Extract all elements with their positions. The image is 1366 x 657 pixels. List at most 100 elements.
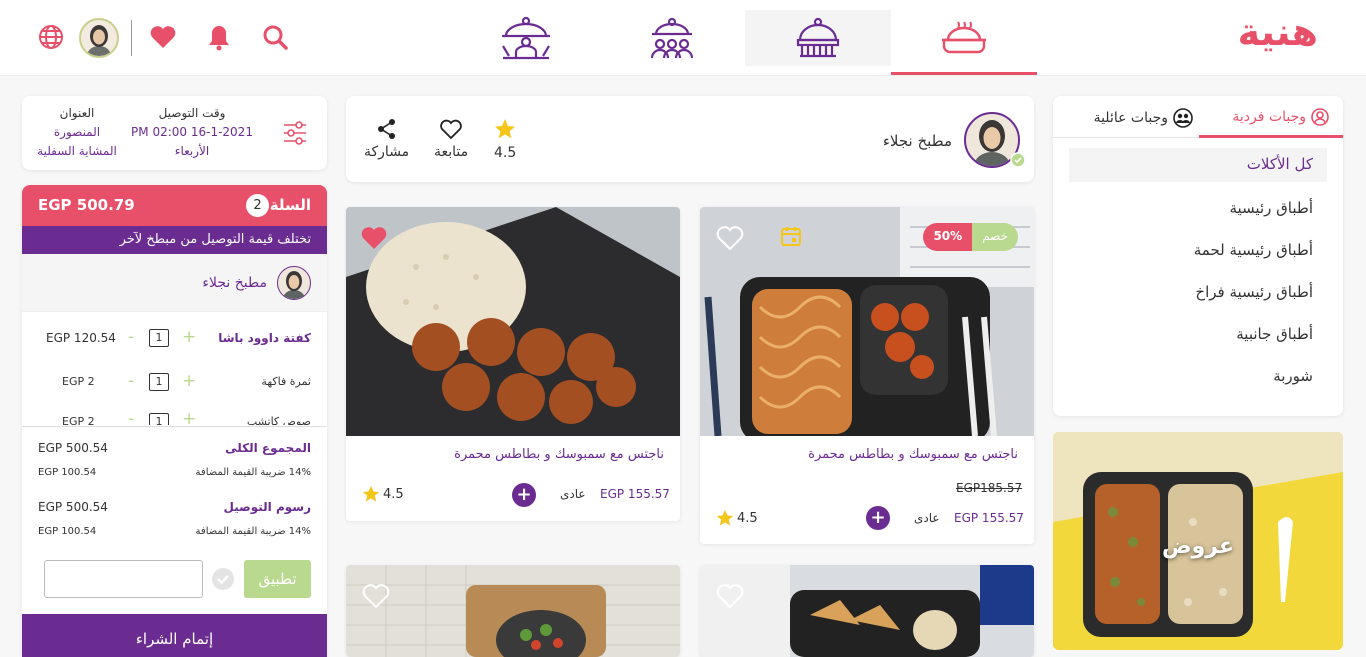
- favorite-filled-icon[interactable]: [360, 225, 388, 251]
- category-tab-indicator: [1199, 135, 1343, 138]
- kitchen-name[interactable]: مطبخ نجلاء: [883, 132, 952, 150]
- increase-qty-button[interactable]: +: [182, 327, 196, 347]
- delivery-fee-label: رسوم التوصيل: [223, 500, 311, 514]
- favorite-outline-icon[interactable]: [716, 225, 744, 251]
- add-to-cart-button[interactable]: +: [512, 483, 536, 507]
- check-icon: [212, 568, 234, 590]
- delivery-info-card: وقت التوصيل PM 02:00 16-1-2021 الأربعاء …: [22, 96, 327, 170]
- category-item-main-meat[interactable]: أطباق رئيسية لحمة: [1194, 241, 1313, 259]
- meal-card[interactable]: [346, 565, 680, 657]
- delivery-time-value[interactable]: PM 02:00 16-1-2021: [122, 125, 262, 139]
- meal-rating: 4.5: [362, 485, 404, 503]
- tab-family[interactable]: وجبات عائلية: [1094, 108, 1193, 128]
- meal-rating: 4.5: [716, 509, 758, 527]
- offers-banner[interactable]: عروض: [1053, 432, 1343, 650]
- covered-dish-icon: [942, 21, 986, 54]
- meal-title[interactable]: ناجتس مع سمبوسك و بطاطس محمرة: [808, 447, 1018, 462]
- meal-rating-value: 4.5: [737, 510, 758, 526]
- cart-item-qty[interactable]: 1: [149, 329, 169, 347]
- tab-group-meals[interactable]: [599, 10, 745, 66]
- app-logo[interactable]: هنية: [1238, 10, 1318, 54]
- category-item-main-chicken[interactable]: أطباق رئيسية فراخ: [1195, 283, 1313, 301]
- offers-label: عروض: [1162, 534, 1234, 559]
- notifications-button[interactable]: [204, 22, 234, 52]
- meal-title[interactable]: ناجتس مع سمبوسك و بطاطس محمرة: [454, 447, 664, 462]
- cart-item: كفتة داوود باشا + 1 - EGP 120.54: [22, 319, 327, 359]
- waiter-icon: [502, 16, 550, 60]
- meal-photo: [346, 565, 680, 657]
- delivery-vat-label: 14% ضريبة القيمة المضافة: [195, 526, 311, 537]
- cart-header: السلة 2 EGP 500.79: [22, 185, 327, 226]
- subtotal-value: EGP 500.54: [38, 441, 108, 455]
- search-icon: [263, 25, 288, 50]
- header-divider: [131, 20, 132, 56]
- address-area[interactable]: المشاية السفلية: [32, 144, 122, 158]
- search-button[interactable]: [260, 22, 290, 52]
- delivery-notice: تختلف قيمة التوصيل من مبطخ لآخر: [22, 226, 327, 254]
- kitchen-info-card: مطبخ نجلاء 4.5 متابعة مشاركة: [346, 96, 1034, 182]
- star-icon: [716, 509, 734, 526]
- category-item-sides[interactable]: أطباق جانبية: [1236, 325, 1313, 343]
- follow-button[interactable]: متابعة: [434, 118, 468, 160]
- users-circle-icon: [1173, 108, 1193, 128]
- meal-photo: [346, 207, 680, 436]
- user-circle-icon: [1311, 108, 1329, 126]
- apply-coupon-button[interactable]: تطبيق: [244, 560, 311, 598]
- cart-item-qty[interactable]: 1: [149, 413, 169, 425]
- increase-qty-button[interactable]: +: [182, 409, 196, 425]
- increase-qty-button[interactable]: +: [182, 371, 196, 391]
- decrease-qty-button[interactable]: -: [128, 327, 134, 347]
- cart-item-price: EGP 120.54: [46, 331, 116, 345]
- kitchen-rating-value: 4.5: [494, 145, 517, 161]
- coupon-input[interactable]: [44, 560, 203, 598]
- cart-item-name: صوص كاتشب: [246, 415, 311, 425]
- category-item-main[interactable]: أطباق رئيسية: [1229, 199, 1313, 217]
- discount-badge: 50% خصم: [923, 223, 1018, 251]
- meal-type: عادى: [560, 487, 586, 501]
- meal-card[interactable]: [700, 565, 1034, 657]
- delivery-time-label: وقت التوصيل: [158, 106, 226, 120]
- tab-individual-label: وجبات فردية: [1232, 109, 1306, 125]
- user-avatar[interactable]: [79, 18, 119, 58]
- filter-settings-icon[interactable]: [282, 120, 308, 146]
- discount-label: خصم: [972, 223, 1018, 251]
- globe-icon: [39, 25, 63, 49]
- address-city[interactable]: المنصورة: [34, 125, 120, 139]
- active-tab-indicator: [891, 72, 1037, 75]
- follow-label: متابعة: [434, 144, 469, 160]
- add-to-cart-button[interactable]: +: [866, 506, 890, 530]
- cart-kitchen-avatar-image: [283, 271, 305, 299]
- cart-kitchen-name[interactable]: مطبخ نجلاء: [202, 275, 267, 291]
- cart-item-qty[interactable]: 1: [149, 373, 169, 391]
- meal-type-tabs: وجبات فردية وجبات عائلية: [1053, 96, 1343, 138]
- address-label: العنوان: [59, 106, 95, 120]
- share-label: مشاركة: [364, 144, 410, 160]
- decrease-qty-button[interactable]: -: [128, 409, 134, 425]
- cart-kitchen-row: مطبخ نجلاء: [22, 254, 327, 312]
- tab-individual[interactable]: وجبات فردية: [1232, 108, 1329, 126]
- category-item-soup[interactable]: شوربة: [1273, 367, 1313, 385]
- kitchen-rating: 4.5: [494, 118, 516, 161]
- tab-family-meals[interactable]: [745, 10, 891, 66]
- delivery-day: الأربعاء: [174, 144, 210, 158]
- tab-individual-meals[interactable]: [891, 10, 1037, 66]
- checkout-button[interactable]: إتمام الشراء: [22, 614, 327, 657]
- category-item-all[interactable]: كل الأكلات: [1069, 148, 1327, 182]
- cart-panel: السلة 2 EGP 500.79 تختلف قيمة التوصيل من…: [22, 185, 327, 657]
- meal-card[interactable]: ناجتس مع سمبوسك و بطاطس محمرة EGP 155.57…: [346, 207, 680, 521]
- share-button[interactable]: مشاركة: [364, 118, 409, 160]
- delivery-vat-value: EGP 100.54: [38, 526, 97, 537]
- decrease-qty-button[interactable]: -: [128, 371, 134, 391]
- verified-icon: [1010, 152, 1026, 168]
- bell-icon: [209, 26, 229, 51]
- tab-waiter-meals[interactable]: [453, 10, 599, 66]
- cart-title: السلة: [269, 196, 311, 214]
- meal-old-price: EGP185.57: [956, 481, 1023, 495]
- favorite-outline-icon[interactable]: [716, 583, 744, 609]
- favorite-outline-icon[interactable]: [362, 583, 390, 609]
- vat-label: 14% ضريبة القيمة المضافة: [195, 467, 311, 478]
- language-button[interactable]: [36, 22, 66, 52]
- cart-item-name: ثمرة فاكهة: [261, 375, 311, 388]
- meal-card[interactable]: 50% خصم ناجتس مع سمبوسك و بطاطس محمرة EG…: [700, 207, 1034, 544]
- favorites-button[interactable]: [148, 22, 178, 52]
